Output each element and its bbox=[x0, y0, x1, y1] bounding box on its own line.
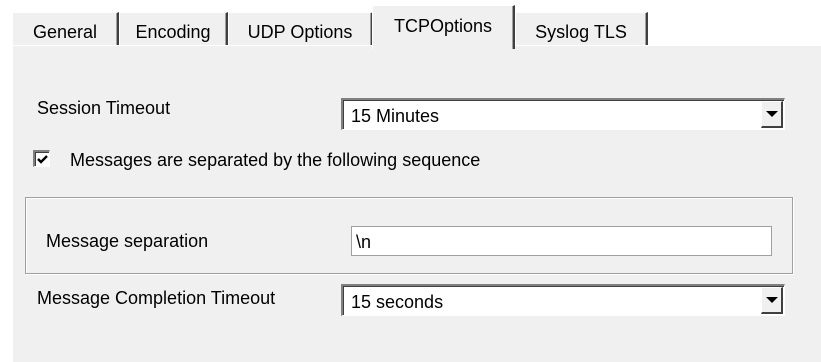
message-separation-label: Message separation bbox=[46, 231, 209, 251]
tcp-options-dialog: General Encoding UDP Options TCPOptions … bbox=[0, 0, 821, 362]
completion-timeout-dropdown-button[interactable] bbox=[761, 287, 783, 314]
tab-general-label: General bbox=[32, 22, 98, 42]
tab-syslog-tls[interactable]: Syslog TLS bbox=[515, 12, 648, 47]
separator-checkbox[interactable] bbox=[33, 150, 50, 167]
chevron-down-icon bbox=[766, 111, 778, 117]
tcp-options-panel: Session Timeout 15 Minutes Messages are … bbox=[12, 45, 821, 362]
tab-encoding[interactable]: Encoding bbox=[119, 12, 228, 47]
session-timeout-select[interactable]: 15 Minutes bbox=[341, 98, 785, 130]
checkmark-icon bbox=[37, 155, 48, 164]
message-separation-input[interactable]: \n bbox=[351, 226, 772, 256]
tab-general[interactable]: General bbox=[12, 12, 119, 47]
session-timeout-dropdown-button[interactable] bbox=[761, 101, 783, 128]
tab-tcp-options-label: TCPOptions bbox=[393, 16, 493, 36]
tab-syslog-tls-label: Syslog TLS bbox=[535, 22, 627, 42]
session-timeout-label: Session Timeout bbox=[37, 98, 171, 118]
completion-timeout-select[interactable]: 15 seconds bbox=[341, 284, 785, 316]
chevron-down-icon bbox=[766, 297, 778, 303]
session-timeout-value: 15 Minutes bbox=[351, 106, 440, 126]
tab-tcp-options[interactable]: TCPOptions bbox=[372, 5, 515, 49]
completion-timeout-label: Message Completion Timeout bbox=[37, 288, 276, 308]
completion-timeout-value: 15 seconds bbox=[351, 292, 444, 312]
tab-udp-options[interactable]: UDP Options bbox=[228, 12, 373, 47]
tab-udp-options-label: UDP Options bbox=[247, 22, 353, 42]
message-separation-value: \n bbox=[356, 232, 372, 252]
tab-encoding-label: Encoding bbox=[135, 22, 211, 42]
message-separation-group: Message separation \n bbox=[25, 197, 793, 274]
separator-checkbox-label[interactable]: Messages are separated by the following … bbox=[70, 150, 480, 171]
